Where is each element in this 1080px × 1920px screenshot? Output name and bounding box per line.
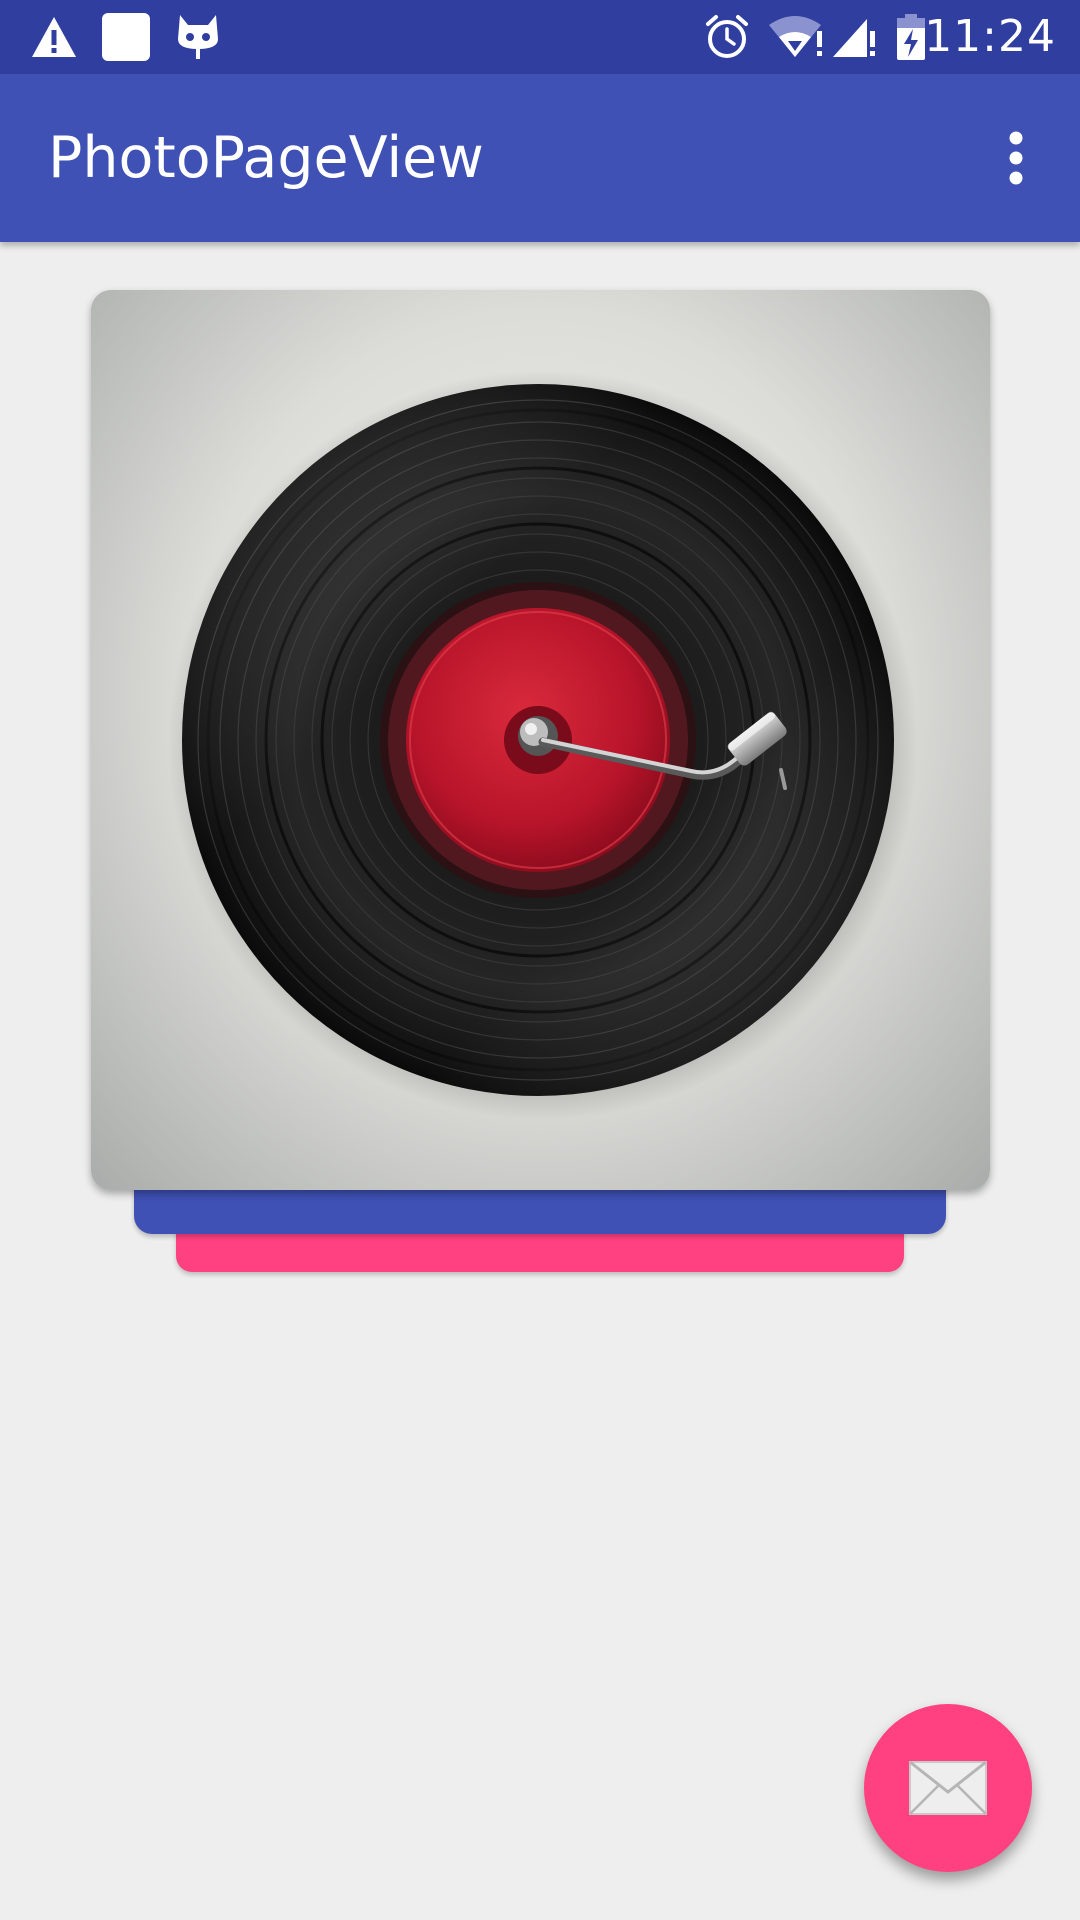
alarm-icon (702, 0, 752, 74)
mail-icon (909, 1760, 987, 1815)
warning-icon (28, 0, 80, 74)
wifi-alert-icon (766, 0, 826, 74)
more-options-button[interactable] (986, 118, 1046, 198)
more-vert-icon (1009, 131, 1023, 185)
app-bar: PhotoPageView (0, 74, 1080, 242)
vinyl-record-image (168, 370, 918, 1120)
notification-square-icon (100, 0, 152, 74)
signal-alert-icon (830, 0, 878, 74)
status-bar: 11:24 (0, 0, 1080, 74)
photo-page-card[interactable] (91, 290, 990, 1190)
cyanogen-mascot-icon (174, 0, 222, 74)
app-title: PhotoPageView (48, 125, 484, 191)
compose-mail-fab[interactable] (864, 1704, 1032, 1872)
status-time: 11:24 (924, 11, 1056, 62)
battery-charging-icon (894, 0, 928, 74)
screen: 11:24 PhotoPageView (0, 0, 1080, 1920)
